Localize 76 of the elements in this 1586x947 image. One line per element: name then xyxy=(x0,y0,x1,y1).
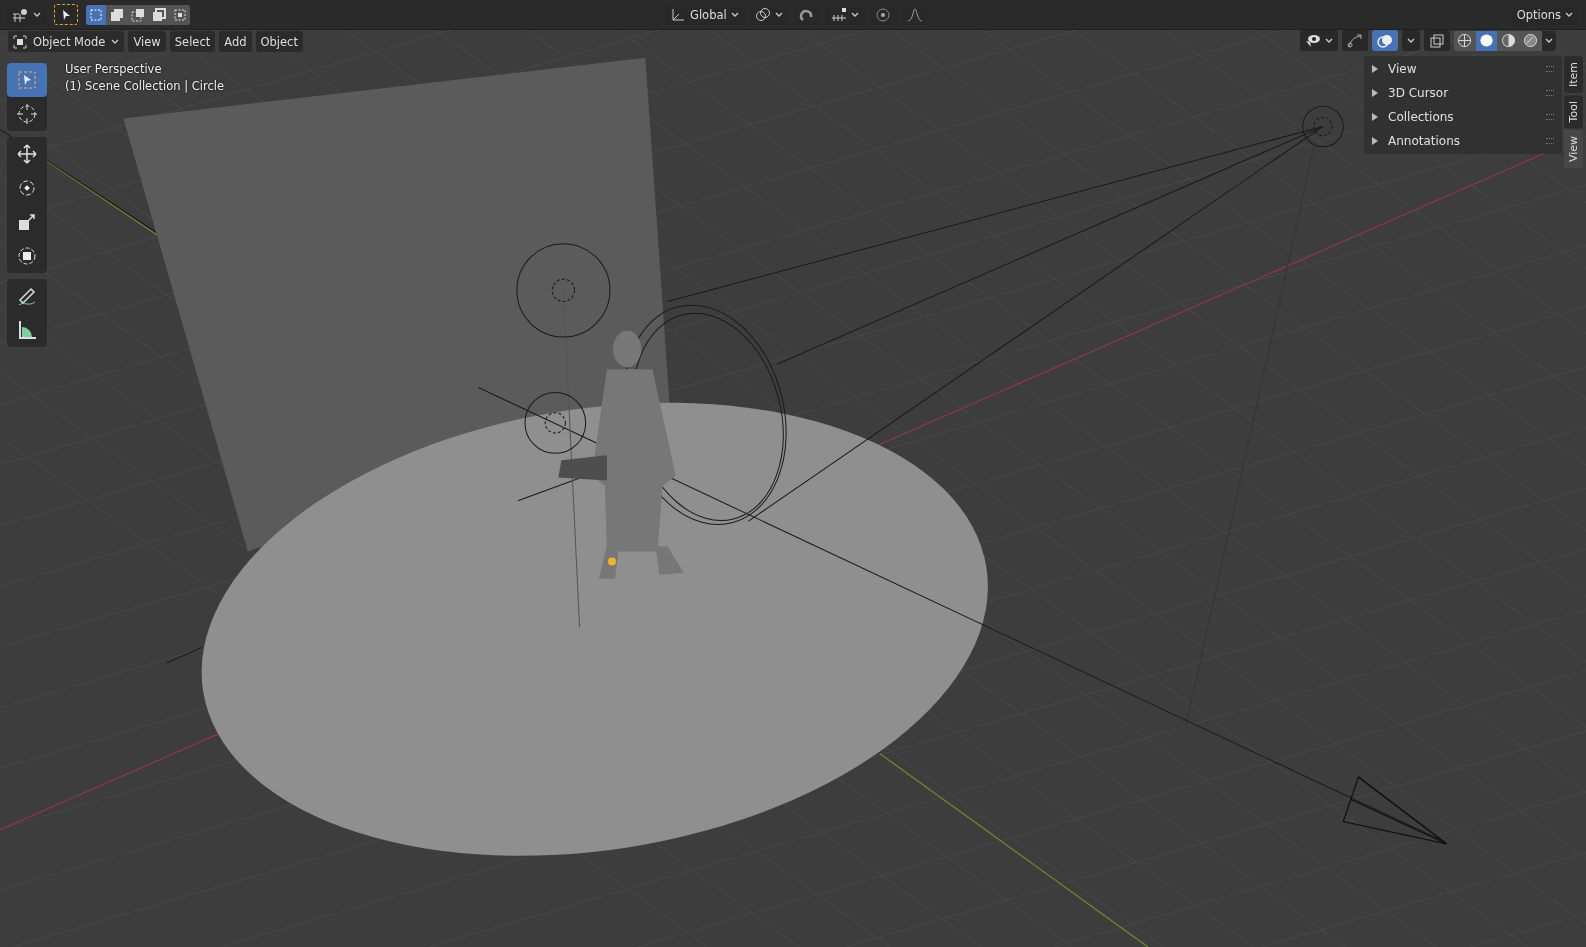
ruler-icon xyxy=(16,319,38,341)
point-light-icon xyxy=(516,243,611,338)
drag-grip-icon xyxy=(1546,66,1554,72)
select-mode-button[interactable] xyxy=(86,4,106,25)
viewport-info-text: (1) Scene Collection | Circle xyxy=(65,79,225,93)
point-light-icon xyxy=(524,392,587,454)
increment-icon xyxy=(830,6,847,23)
menu-item[interactable]: Object xyxy=(255,31,303,52)
sidebar-tab[interactable]: Item xyxy=(1564,56,1583,94)
xray-toggle[interactable] xyxy=(1424,30,1450,51)
half-sphere-icon xyxy=(1501,33,1516,48)
transform-icon xyxy=(16,245,38,267)
gizmo-toggle[interactable] xyxy=(1342,30,1368,51)
rotate-icon xyxy=(16,177,38,199)
shading-dropdown[interactable] xyxy=(1542,30,1556,51)
viewport-info-text: User Perspective xyxy=(65,62,163,76)
falloff-curve-icon xyxy=(906,6,923,23)
overlapping-squares-icon xyxy=(1429,32,1445,49)
rendered-sphere-icon xyxy=(1523,33,1538,48)
axes-icon xyxy=(670,6,686,23)
origin-icon xyxy=(607,557,616,566)
camera-icon xyxy=(1342,776,1448,845)
crosshair-icon xyxy=(16,103,38,125)
shading-mode-button[interactable] xyxy=(1520,30,1541,51)
shading-mode-button[interactable] xyxy=(1476,30,1497,51)
eye-pointer-icon xyxy=(1305,33,1321,48)
pointer-icon xyxy=(60,8,72,21)
squares-invert-icon xyxy=(152,7,166,22)
caret-icon xyxy=(774,11,783,18)
menu-item[interactable]: Select xyxy=(169,31,216,52)
sidebar-tab[interactable]: Tool xyxy=(1564,95,1583,129)
drag-grip-icon xyxy=(1546,138,1554,144)
overlapping-circles-icon xyxy=(1377,32,1393,49)
caret-icon xyxy=(1545,37,1553,44)
squares-union-icon xyxy=(110,7,124,22)
caret-icon xyxy=(1407,37,1415,44)
dashed-square-icon xyxy=(89,7,103,22)
drag-grip-icon xyxy=(1546,114,1554,120)
menu-item[interactable]: View xyxy=(128,31,166,52)
overlays-toggle[interactable] xyxy=(1372,30,1398,51)
object-mode-icon xyxy=(13,34,27,49)
caret-icon xyxy=(850,11,859,18)
pencil-icon xyxy=(16,285,38,307)
visibility-dropdown[interactable] xyxy=(1300,30,1338,51)
panel-header[interactable]: 3D Cursor xyxy=(1364,81,1562,105)
disclosure-triangle-icon xyxy=(1372,65,1378,73)
curve-arrow-icon xyxy=(1347,32,1363,49)
solid-sphere-icon xyxy=(1479,33,1494,48)
wireframe-sphere-icon xyxy=(1457,33,1472,48)
shading-mode-button[interactable] xyxy=(1498,30,1519,51)
linked-circles-icon xyxy=(754,6,771,23)
panel-header[interactable]: View xyxy=(1364,57,1562,81)
panel-header[interactable]: Annotations xyxy=(1364,129,1562,153)
select-box-icon xyxy=(16,69,38,91)
disclosure-triangle-icon xyxy=(1372,89,1378,97)
caret-icon xyxy=(730,11,739,18)
move-arrows-icon xyxy=(16,143,38,165)
drag-grip-icon xyxy=(1546,90,1554,96)
select-tool-button[interactable] xyxy=(54,4,78,25)
axes-icon xyxy=(11,7,29,22)
caret-icon xyxy=(1565,11,1573,18)
disclosure-triangle-icon xyxy=(1372,137,1378,145)
target-circle-icon xyxy=(874,6,891,23)
squares-intersect-icon xyxy=(173,7,187,22)
scale-icon xyxy=(16,211,38,233)
overlays-dropdown[interactable] xyxy=(1402,30,1420,51)
shading-mode-button[interactable] xyxy=(1454,30,1475,51)
squares-subtract-icon xyxy=(131,7,145,22)
caret-icon xyxy=(1325,37,1333,44)
disclosure-triangle-icon xyxy=(1372,113,1378,121)
caret-icon xyxy=(111,38,120,45)
mode-dropdown[interactable]: Object Mode xyxy=(8,31,125,52)
panel-header[interactable]: Collections xyxy=(1364,105,1562,129)
sidebar-tab[interactable]: View xyxy=(1564,130,1583,169)
menu-item[interactable]: Add xyxy=(219,31,252,52)
caret-icon xyxy=(33,11,41,18)
